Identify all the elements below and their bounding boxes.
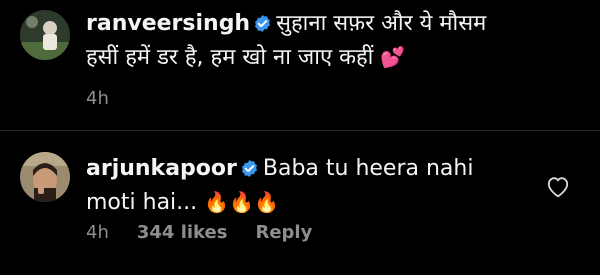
caption-text: ranveersingh सुहाना सफ़र और ये मौसम हसीं … <box>86 8 516 73</box>
caption-username[interactable]: ranveersingh <box>86 11 250 36</box>
like-button[interactable] <box>545 174 571 198</box>
caption-block: ranveersingh सुहाना सफ़र और ये मौसम हसीं … <box>0 0 600 128</box>
verified-badge-icon <box>253 11 272 42</box>
reply-button[interactable]: Reply <box>255 222 312 243</box>
divider <box>0 130 600 131</box>
verified-badge-icon <box>240 156 259 187</box>
avatar-image-icon <box>20 152 70 202</box>
caption-meta: 4h <box>86 88 109 109</box>
avatar[interactable] <box>20 10 70 60</box>
comment-text: arjunkapoor Baba tu heera nahi moti hai..… <box>86 153 516 218</box>
heart-outline-icon <box>547 177 569 198</box>
caption-emoji: 💕 <box>380 45 406 69</box>
comment-username[interactable]: arjunkapoor <box>86 156 237 181</box>
comment-emoji: 🔥🔥🔥 <box>204 190 279 214</box>
like-count[interactable]: 344 likes <box>137 222 228 243</box>
comment-meta: 4h 344 likes Reply <box>86 222 312 243</box>
comment-avatar[interactable] <box>20 152 70 202</box>
caption-timestamp[interactable]: 4h <box>86 88 109 109</box>
comment-timestamp[interactable]: 4h <box>86 222 109 243</box>
avatar-image-icon <box>20 10 70 60</box>
